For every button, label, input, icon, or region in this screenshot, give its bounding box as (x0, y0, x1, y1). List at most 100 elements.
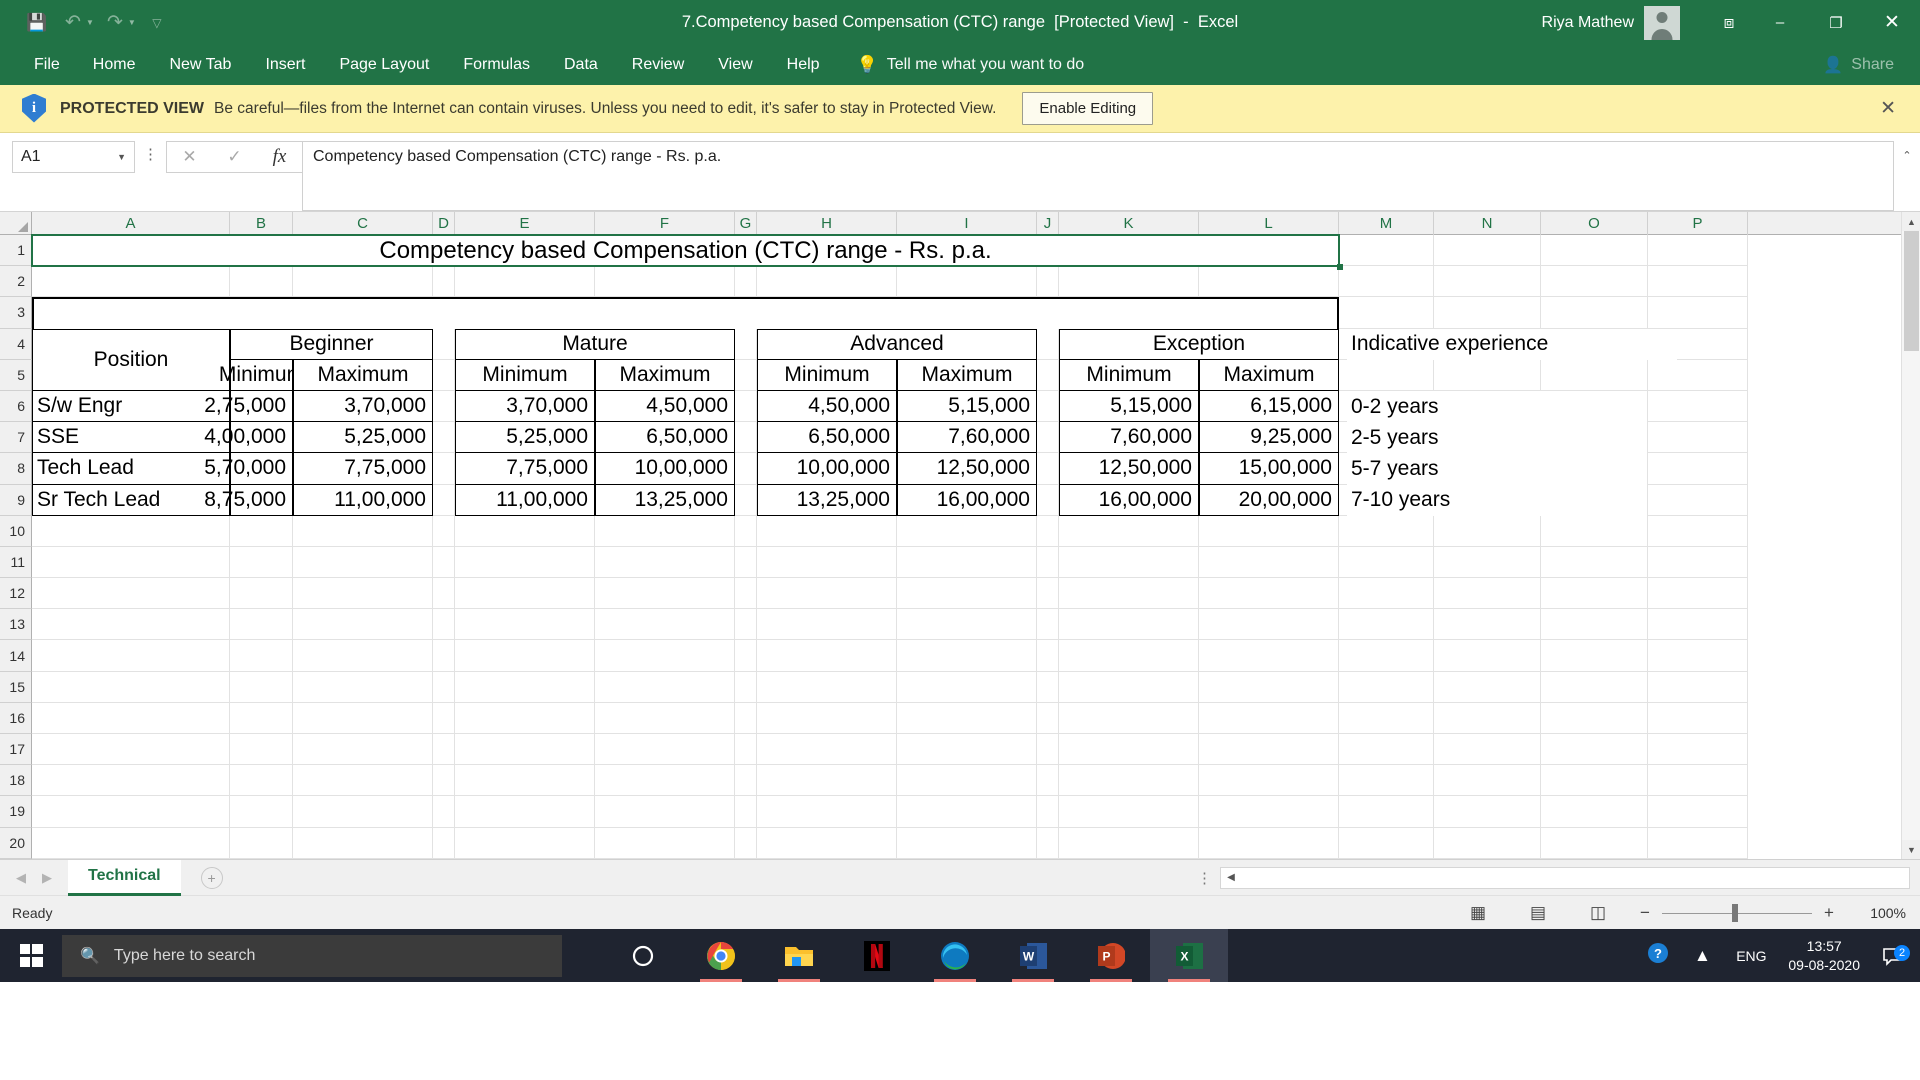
cell-C2[interactable] (293, 266, 433, 298)
cell-advanced-max-1[interactable]: 7,60,000 (897, 422, 1037, 454)
cell-H14[interactable] (757, 640, 897, 672)
avatar[interactable] (1644, 5, 1680, 40)
cell-M1[interactable] (1339, 235, 1434, 267)
cell-J2[interactable] (1037, 266, 1059, 298)
row-header-9[interactable]: 9 (0, 484, 32, 516)
cell-L19[interactable] (1199, 796, 1339, 828)
cell-O2[interactable] (1541, 266, 1648, 298)
cancel-icon[interactable]: ✕ (167, 147, 212, 167)
taskbar-search-input[interactable]: 🔍 Type here to search (62, 934, 562, 977)
column-header-N[interactable]: N (1434, 212, 1541, 235)
cell-N5[interactable] (1434, 359, 1541, 391)
cell-L17[interactable] (1199, 734, 1339, 766)
cell-J10[interactable] (1037, 515, 1059, 547)
cell-D19[interactable] (433, 796, 455, 828)
cell-O18[interactable] (1541, 765, 1648, 797)
cell-E15[interactable] (455, 671, 595, 703)
cell-D20[interactable] (433, 827, 455, 859)
cell-B15[interactable] (230, 671, 293, 703)
horizontal-scrollbar[interactable]: ◀ (1220, 866, 1910, 889)
cell-A16[interactable] (32, 702, 230, 734)
maximize-button[interactable]: ❐ (1808, 0, 1864, 45)
cell-advanced-min-0[interactable]: 4,50,000 (757, 391, 897, 423)
cell-L18[interactable] (1199, 765, 1339, 797)
cell-M2[interactable] (1339, 266, 1434, 298)
cell-I12[interactable] (897, 578, 1037, 610)
cell-N11[interactable] (1434, 546, 1541, 579)
cell-I13[interactable] (897, 609, 1037, 641)
cell-I2[interactable] (897, 266, 1037, 298)
cell-F17[interactable] (595, 734, 735, 766)
cell-beginner-max-1[interactable]: 5,25,000 (293, 422, 433, 454)
notifications-button[interactable]: 2 (1870, 944, 1914, 967)
cell-O11[interactable] (1541, 546, 1648, 579)
zoom-level[interactable]: 100% (1846, 905, 1906, 921)
chevron-down-icon[interactable]: ▼ (117, 152, 126, 162)
row-header-4[interactable]: 4 (0, 328, 32, 360)
cell-N12[interactable] (1434, 578, 1541, 610)
cell-N15[interactable] (1434, 671, 1541, 703)
cell-J18[interactable] (1037, 765, 1059, 797)
tab-insert[interactable]: Insert (248, 45, 322, 85)
tell-me-box[interactable]: 💡 Tell me what you want to do (857, 55, 1085, 75)
cell-P20[interactable] (1648, 827, 1748, 859)
cell-exception-max-2[interactable]: 15,00,000 (1199, 453, 1339, 485)
cell-D6[interactable] (433, 390, 455, 423)
column-header-C[interactable]: C (293, 212, 433, 235)
cell-K13[interactable] (1059, 609, 1199, 641)
tab-review[interactable]: Review (615, 45, 701, 85)
row-header-16[interactable]: 16 (0, 702, 32, 734)
cell-mature-max-3[interactable]: 13,25,000 (595, 484, 735, 516)
cell-beginner-min-0[interactable]: 2,75,000 (204, 391, 293, 423)
netflix-icon[interactable] (838, 929, 916, 982)
cell-advanced-min-2[interactable]: 10,00,000 (757, 453, 897, 485)
insert-function-icon[interactable]: fx (257, 146, 302, 168)
enable-editing-button[interactable]: Enable Editing (1022, 92, 1154, 125)
row-header-7[interactable]: 7 (0, 422, 32, 454)
group-header-advanced[interactable]: Advanced (757, 328, 1037, 360)
cell-A13[interactable] (32, 609, 230, 641)
column-header-B[interactable]: B (230, 212, 293, 235)
cell-G18[interactable] (735, 765, 757, 797)
subheader-exception-minimum[interactable]: Minimum (1059, 359, 1199, 391)
cell-O20[interactable] (1541, 827, 1648, 859)
cell-G16[interactable] (735, 702, 757, 734)
cell-P11[interactable] (1648, 546, 1748, 579)
cell-G15[interactable] (735, 671, 757, 703)
cell-C20[interactable] (293, 827, 433, 859)
cell-D7[interactable] (433, 422, 455, 454)
cell-experience-3[interactable]: 7-10 years (1347, 484, 1647, 516)
cell-mature-min-2[interactable]: 7,75,000 (455, 453, 595, 485)
cell-J5[interactable] (1037, 359, 1059, 391)
cell-H15[interactable] (757, 671, 897, 703)
cell-O12[interactable] (1541, 578, 1648, 610)
cell-G4[interactable] (735, 328, 757, 360)
cell-mature-max-1[interactable]: 6,50,000 (595, 422, 735, 454)
cell-F14[interactable] (595, 640, 735, 672)
cell-A14[interactable] (32, 640, 230, 672)
cell-O1[interactable] (1541, 235, 1648, 267)
enter-icon[interactable]: ✓ (212, 147, 257, 167)
column-header-O[interactable]: O (1541, 212, 1648, 235)
cell-H11[interactable] (757, 546, 897, 579)
cell-E10[interactable] (455, 515, 595, 547)
cell-P13[interactable] (1648, 609, 1748, 641)
cell-H12[interactable] (757, 578, 897, 610)
cell-J8[interactable] (1037, 453, 1059, 485)
cell-J9[interactable] (1037, 484, 1059, 516)
cell-P12[interactable] (1648, 578, 1748, 610)
cell-L20[interactable] (1199, 827, 1339, 859)
sheet-tab-technical[interactable]: Technical (68, 859, 181, 896)
tab-home[interactable]: Home (76, 45, 153, 85)
column-header-I[interactable]: I (897, 212, 1037, 235)
cell-H19[interactable] (757, 796, 897, 828)
cell-E20[interactable] (455, 827, 595, 859)
cell-N20[interactable] (1434, 827, 1541, 859)
cell-A18[interactable] (32, 765, 230, 797)
cell-J4[interactable] (1037, 328, 1059, 360)
header-indicative-experience[interactable]: Indicative experience (1347, 328, 1677, 360)
cell-M14[interactable] (1339, 640, 1434, 672)
group-header-exception[interactable]: Exception (1059, 328, 1339, 360)
cell-E14[interactable] (455, 640, 595, 672)
column-header-G[interactable]: G (735, 212, 757, 235)
